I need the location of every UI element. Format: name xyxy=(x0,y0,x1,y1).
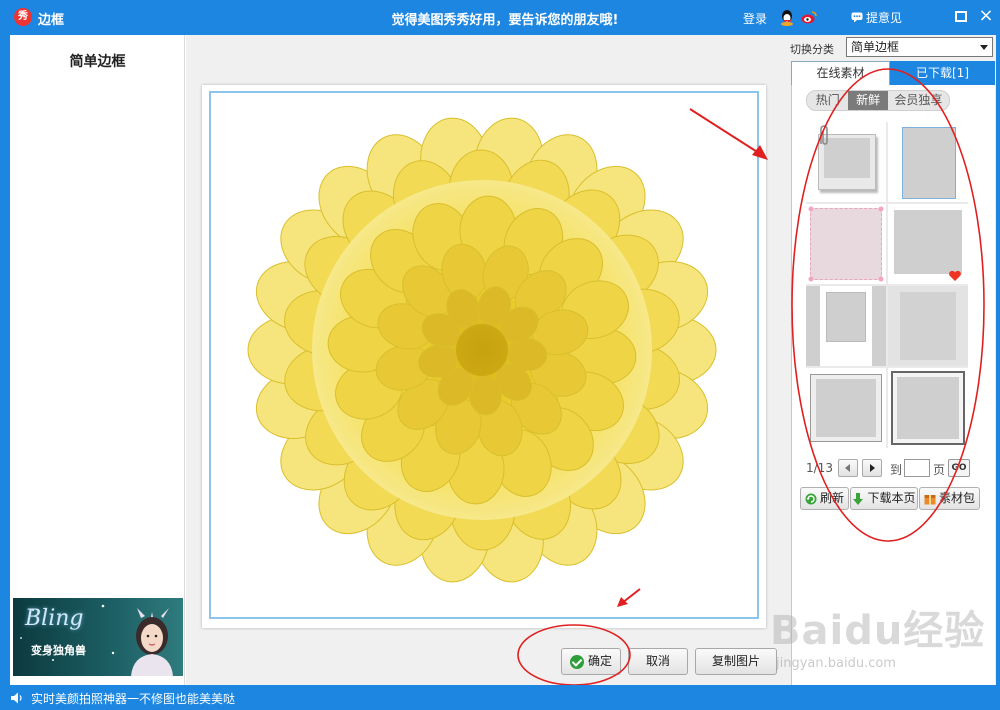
category-switch-label: 切换分类 xyxy=(790,43,834,56)
promo-person-image xyxy=(131,608,173,676)
refresh-icon xyxy=(805,493,817,504)
pager: 1/13 到 页 GO xyxy=(806,459,986,477)
close-button[interactable]: × xyxy=(978,7,994,25)
corner-dots-decoration xyxy=(808,206,884,282)
canvas-area xyxy=(186,35,790,685)
filter-new[interactable]: 新鲜 xyxy=(848,91,888,110)
page-indicator: 1/13 xyxy=(806,461,833,475)
category-heading: 简单边框 xyxy=(69,54,126,70)
left-panel: 简单边框 Bling 变身独角兽 xyxy=(10,35,185,685)
status-promo-link[interactable]: 实时美颜拍照神器一不修图也能美美哒 xyxy=(31,690,235,707)
tab-online-materials[interactable]: 在线素材 xyxy=(791,61,890,85)
login-link[interactable]: 登录 xyxy=(743,10,767,27)
right-panel: 切换分类 简单边框 在线素材 已下载[1] 热门 新鲜 会员独享 1/13 到 … xyxy=(790,35,996,685)
promo-banner[interactable]: Bling 变身独角兽 xyxy=(13,598,183,676)
border-thumbnail-grid xyxy=(806,122,968,448)
ok-label: 确定 xyxy=(587,654,612,668)
cancel-button[interactable]: 取消 xyxy=(628,648,688,675)
border-thumbnail[interactable] xyxy=(888,122,968,202)
filter-pills: 热门 新鲜 会员独享 xyxy=(806,90,950,111)
goto-label: 到 xyxy=(890,463,903,477)
page-number-input[interactable] xyxy=(904,459,930,477)
checkmark-icon xyxy=(569,654,584,669)
speaker-icon xyxy=(11,692,22,704)
border-thumbnail[interactable] xyxy=(806,368,886,448)
filter-hot[interactable]: 热门 xyxy=(807,91,848,110)
window-title: 边框 xyxy=(38,13,65,28)
title-bar: 秀 边框 觉得美图秀秀好用，要告诉您的朋友哦! 登录 提意见 × xyxy=(0,0,1000,35)
speech-bubble-icon xyxy=(851,12,863,23)
status-bar: 实时美颜拍照神器一不修图也能美美哒 xyxy=(0,685,1000,710)
page-unit-label: 页 xyxy=(933,463,946,477)
prev-page-button[interactable] xyxy=(838,459,858,477)
filter-vip[interactable]: 会员独享 xyxy=(888,91,949,110)
maximize-button[interactable] xyxy=(955,11,967,22)
photo-preview[interactable] xyxy=(202,85,766,628)
refresh-label: 刷新 xyxy=(819,491,844,505)
border-thumbnail[interactable] xyxy=(806,204,886,284)
package-icon xyxy=(924,494,936,504)
weibo-icon[interactable] xyxy=(801,9,817,25)
qq-icon[interactable] xyxy=(780,10,794,26)
go-button[interactable]: GO xyxy=(948,459,970,477)
border-thumbnail[interactable] xyxy=(806,122,886,202)
promo-title: Bling xyxy=(25,606,84,631)
feedback-button[interactable]: 提意见 xyxy=(851,9,902,26)
window-frame-right xyxy=(996,35,1000,685)
border-thumbnail[interactable] xyxy=(888,286,968,366)
ok-button[interactable]: 确定 xyxy=(561,648,621,675)
paperclip-icon xyxy=(820,125,828,145)
promo-caption: 变身独角兽 xyxy=(31,644,86,657)
slogan-text: 觉得美图秀秀好用，要告诉您的朋友哦! xyxy=(391,13,619,28)
tab-downloaded[interactable]: 已下载[1] xyxy=(890,61,995,85)
chevron-down-icon xyxy=(980,45,988,50)
next-page-button[interactable] xyxy=(862,459,882,477)
material-pack-label: 素材包 xyxy=(938,491,975,505)
download-page-label: 下载本页 xyxy=(867,491,916,505)
window-frame-left xyxy=(0,35,10,685)
category-select[interactable]: 简单边框 xyxy=(846,37,993,57)
category-select-value: 简单边框 xyxy=(851,40,900,54)
yellow-flower-image xyxy=(247,117,717,583)
border-thumbnail[interactable] xyxy=(806,286,886,366)
download-page-button[interactable]: 下载本页 xyxy=(850,487,918,510)
border-thumbnail[interactable] xyxy=(888,368,968,448)
download-arrow-icon xyxy=(853,492,864,505)
app-logo-icon: 秀 xyxy=(14,8,32,26)
copy-image-button[interactable]: 复制图片 xyxy=(695,648,777,675)
feedback-label: 提意见 xyxy=(866,11,903,25)
material-pack-button[interactable]: 素材包 xyxy=(919,487,980,510)
heart-icon xyxy=(949,270,961,281)
border-thumbnail[interactable] xyxy=(888,204,968,284)
refresh-button[interactable]: 刷新 xyxy=(800,487,849,510)
